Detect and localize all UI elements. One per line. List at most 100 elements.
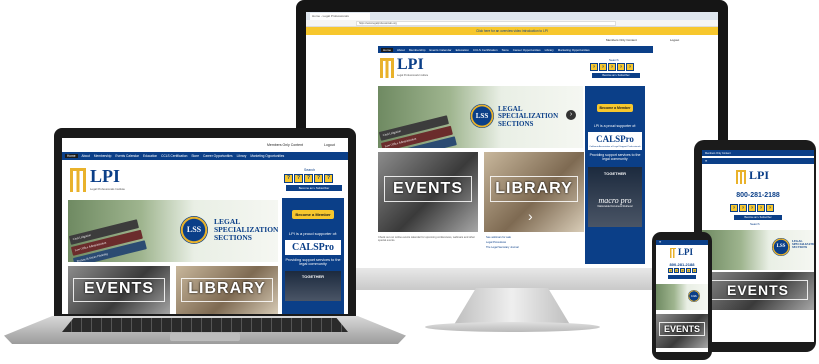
search-box[interactable]: ? bbox=[680, 268, 685, 273]
search-box[interactable]: ? bbox=[314, 174, 323, 183]
menu-icon[interactable]: ☰ bbox=[705, 160, 707, 163]
proud-supporter-text: LPI is a proud supporter of: bbox=[593, 124, 637, 128]
browser-tab[interactable]: Home - Legal Professionals bbox=[310, 13, 370, 20]
nav-home[interactable]: Home bbox=[65, 154, 78, 158]
become-lss-button[interactable]: Become an L Subscriber bbox=[286, 185, 342, 191]
nav-marketing[interactable]: Marketing Opportunities bbox=[558, 48, 590, 52]
nav-marketing[interactable]: Marketing Opportunities bbox=[250, 154, 284, 158]
hero-banner: Civil Litigation Law Office Administrati… bbox=[68, 200, 278, 262]
support-text: Providing support services to the legal … bbox=[589, 153, 641, 161]
members-only-link[interactable]: Members Only Content bbox=[705, 152, 731, 155]
nav-education[interactable]: Education bbox=[456, 48, 469, 52]
address-bar[interactable]: https://www.legalprofessionals.org bbox=[356, 21, 616, 26]
phone-menu-bar[interactable]: ☰ bbox=[656, 240, 708, 245]
events-card[interactable]: EVENTS bbox=[68, 266, 170, 314]
laptop-trackpad bbox=[170, 333, 240, 341]
nav-about[interactable]: About bbox=[82, 154, 90, 158]
cals-logo[interactable]: CALSPro bbox=[588, 132, 642, 146]
laptop-keyboard bbox=[62, 318, 348, 332]
together-ad[interactable]: TOGETHER bbox=[285, 271, 341, 301]
search-box[interactable]: ? bbox=[674, 268, 679, 273]
nav-career[interactable]: Career Opportunities bbox=[513, 48, 541, 52]
search-box[interactable]: ? bbox=[284, 174, 293, 183]
events-card[interactable]: EVENTS bbox=[702, 272, 814, 310]
phone-number[interactable]: 800-281-2188 bbox=[702, 192, 814, 199]
search-box[interactable]: ? bbox=[766, 204, 774, 212]
phone-screen: ☰ LPI 800-281-2188 ? ? ? ? ? LSS EVENTS bbox=[656, 240, 708, 352]
logout-link[interactable]: Logout bbox=[670, 38, 700, 42]
nav-library[interactable]: Library bbox=[545, 48, 554, 52]
search-box[interactable]: ? bbox=[730, 204, 738, 212]
events-card[interactable]: EVENTS bbox=[378, 152, 478, 232]
nav-events[interactable]: Events Calendar bbox=[429, 48, 451, 52]
desktop-screen: Home - Legal Professionals https://www.l… bbox=[306, 12, 718, 268]
nav-career[interactable]: Career Opportunities bbox=[203, 154, 233, 158]
search-box[interactable]: ? bbox=[739, 204, 747, 212]
hero-banner: LSS bbox=[656, 284, 708, 310]
nav-membership[interactable]: Membership bbox=[409, 48, 426, 52]
nav-home[interactable]: Home bbox=[381, 47, 394, 52]
search-box[interactable]: ? bbox=[686, 268, 691, 273]
search-box[interactable]: ? bbox=[748, 204, 756, 212]
nav-membership[interactable]: Membership bbox=[94, 154, 112, 158]
logo-tagline: Legal Professionals Institute bbox=[90, 187, 125, 191]
together-ad[interactable]: TOGETHER macro pro Nationwide Document R… bbox=[588, 167, 642, 227]
logo-text: LPI bbox=[678, 247, 694, 257]
main-nav: Home About Membership Events Calendar Ed… bbox=[62, 152, 348, 160]
members-only-link[interactable]: Members Only Content bbox=[267, 143, 303, 147]
together-text: TOGETHER bbox=[301, 274, 325, 279]
laptop-screen: Members Only Content Logout Home About M… bbox=[62, 138, 348, 314]
link-list-item[interactable]: Legal Procedures bbox=[486, 241, 506, 244]
menu-icon[interactable]: ☰ bbox=[659, 241, 661, 244]
become-member-button[interactable]: Become a Member bbox=[596, 104, 634, 112]
video-banner[interactable]: Click here for an overview video introdu… bbox=[306, 27, 718, 35]
browser-toolbar: https://www.legalprofessionals.org bbox=[306, 20, 718, 27]
nav-events[interactable]: Events Calendar bbox=[115, 154, 139, 158]
search-box[interactable]: ? bbox=[304, 174, 313, 183]
search-box[interactable]: ? bbox=[590, 63, 598, 71]
search-box[interactable]: ? bbox=[626, 63, 634, 71]
nav-ccls[interactable]: CCLS Certification bbox=[473, 48, 498, 52]
logout-link[interactable]: Logout bbox=[324, 143, 335, 147]
chevron-right-icon[interactable]: › bbox=[566, 110, 576, 120]
nav-ccls[interactable]: CCLS Certification bbox=[161, 154, 187, 158]
search-box[interactable]: ? bbox=[668, 268, 673, 273]
search-box[interactable]: ? bbox=[617, 63, 625, 71]
sidebar: Become a Member LPI is a proud supporter… bbox=[282, 198, 344, 314]
lpi-logo[interactable]: LPI Legal Professionals Institute bbox=[380, 56, 440, 82]
phone-number[interactable]: 800-281-2188 bbox=[656, 262, 708, 267]
pillar-icon bbox=[736, 170, 746, 184]
become-lss-button[interactable]: Become an L Subscriber bbox=[734, 215, 782, 220]
search-box[interactable]: ? bbox=[324, 174, 333, 183]
become-lss-button[interactable]: Become an L Subscriber bbox=[592, 73, 640, 78]
nav-store[interactable]: Store bbox=[191, 154, 199, 158]
cals-logo[interactable]: CALSPro bbox=[285, 240, 341, 255]
search-box[interactable]: ? bbox=[608, 63, 616, 71]
link-list-item[interactable]: See webinars for sale bbox=[486, 236, 511, 239]
members-only-link[interactable]: Members Only Content bbox=[606, 38, 666, 42]
library-card[interactable]: LIBRARY bbox=[176, 266, 278, 314]
events-card[interactable]: EVENTS bbox=[656, 314, 708, 348]
lpi-logo[interactable]: LPI bbox=[736, 168, 796, 190]
lpi-logo[interactable]: LPI Legal Professionals Institute bbox=[70, 166, 140, 196]
lpi-logo[interactable]: LPI bbox=[670, 247, 700, 261]
search-box[interactable]: ? bbox=[294, 174, 303, 183]
nav-library[interactable]: Library bbox=[237, 154, 247, 158]
sidebar: Become a Member LPI is a proud supporter… bbox=[585, 86, 645, 264]
nav-about[interactable]: About bbox=[397, 48, 405, 52]
search-box[interactable]: ? bbox=[599, 63, 607, 71]
become-lss-button[interactable] bbox=[668, 275, 696, 279]
become-member-button[interactable]: Become a Member bbox=[292, 210, 334, 219]
library-card[interactable]: LIBRARY › bbox=[484, 152, 584, 232]
nav-store[interactable]: Store bbox=[502, 48, 509, 52]
search-box[interactable]: ? bbox=[757, 204, 765, 212]
nav-education[interactable]: Education bbox=[143, 154, 157, 158]
link-list-item[interactable]: The Legal Secretary Journal bbox=[486, 246, 519, 249]
chevron-right-icon[interactable]: › bbox=[528, 208, 533, 224]
lss-title: LEGAL SPECIALIZATION SECTIONS bbox=[498, 105, 559, 128]
macro-sub: Nationwide Document Retrieval bbox=[597, 205, 633, 208]
lss-title: LEGAL SPECIALIZATION SECTIONS bbox=[792, 239, 814, 250]
hero-banner: Civil Litigation Law Office Administrati… bbox=[378, 86, 583, 148]
tablet-menu-bar[interactable]: ☰ bbox=[702, 158, 814, 164]
search-box[interactable]: ? bbox=[692, 268, 697, 273]
